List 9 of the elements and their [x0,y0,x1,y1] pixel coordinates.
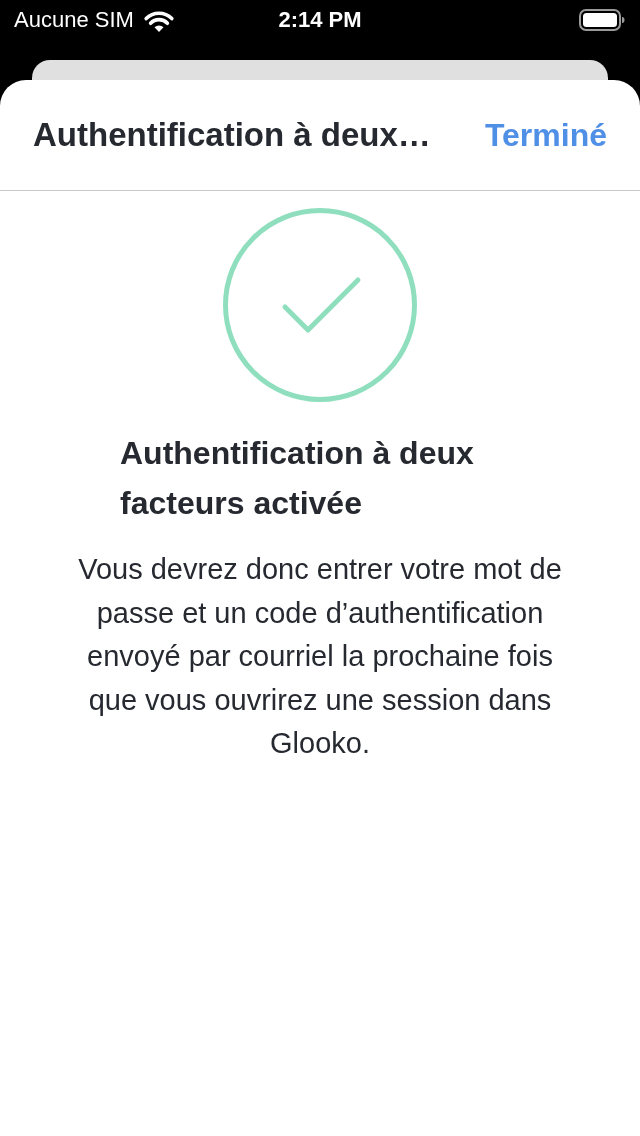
wifi-icon [142,8,175,32]
status-time: 2:14 PM [278,9,362,31]
check-circle-icon [223,208,417,402]
carrier-name: Aucune SIM [14,9,134,31]
confirmation-message: Vous devrez donc entrer votre mot de passe et un code d’authentification envoyé par courriel la prochaine fois que vous ouvrirez une session dans Glooko. [77,552,563,761]
confirmation-heading: Authentification à deux facteurs activée [120,434,475,523]
battery-icon [579,9,625,31]
done-button[interactable]: Terminé [484,111,607,159]
sheet-title: Authentification à deux… [33,115,431,156]
